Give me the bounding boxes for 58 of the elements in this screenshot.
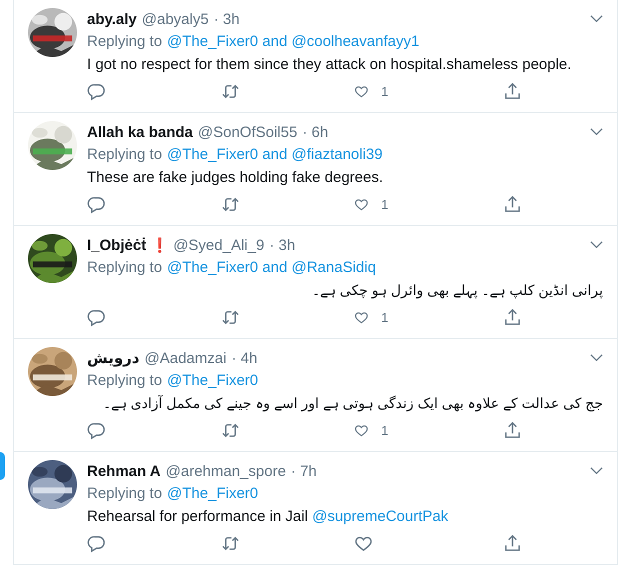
reply-icon[interactable] (87, 195, 106, 214)
retweet-icon[interactable] (220, 308, 240, 327)
user-name[interactable]: I_Objėċṫ (87, 236, 146, 254)
mention-link[interactable]: @The_Fixer0 (167, 372, 258, 388)
user-name[interactable]: درویش (87, 349, 140, 367)
reply-icon[interactable] (87, 82, 106, 101)
mention-link[interactable]: @supremeCourtPak (312, 508, 448, 524)
tweet-text: Rehearsal for performance in Jail @supremeCourtPak (87, 508, 448, 524)
retweet-icon[interactable] (220, 82, 240, 101)
chevron-down-icon[interactable] (590, 15, 603, 23)
chevron-down-icon[interactable] (590, 354, 603, 362)
mention-link[interactable]: @The_Fixer0 and @fiaztanoli39 (167, 146, 383, 162)
like-count: 1 (381, 84, 388, 99)
share-icon[interactable] (502, 534, 522, 553)
replying-label: Replying to (87, 258, 162, 276)
tweet-time[interactable]: · 3h (269, 236, 296, 254)
heart-icon[interactable] (354, 534, 374, 553)
user-handle[interactable]: @abyaly5 (142, 10, 209, 28)
like-count: 1 (381, 423, 388, 438)
reply-icon[interactable] (87, 421, 106, 440)
mention-link[interactable]: @The_Fixer0 (167, 484, 258, 502)
tweet-text: These are fake judges holding fake degrees. (87, 168, 384, 186)
reply-icon[interactable] (87, 308, 106, 327)
user-name[interactable]: Rehman A (87, 462, 161, 480)
tweet-text: I got no respect for them since they attack on hospital.shameless people. (87, 56, 572, 72)
share-icon[interactable] (502, 308, 522, 327)
user-handle[interactable]: @Aadamzai (144, 350, 226, 366)
tweet-text: پرانی انڈین کلپ ہے۔ پہلے بھی وائرل ہو چکی ہے۔ (312, 282, 603, 298)
user-handle[interactable]: @Syed_Ali_9 (173, 236, 264, 254)
share-icon[interactable] (502, 82, 522, 101)
replying-label: Replying to (87, 484, 162, 502)
chevron-down-icon[interactable] (590, 241, 603, 249)
tweet-time[interactable]: · 7h (290, 462, 317, 480)
tweet-text: جج کی عدالت کے علاوہ بھی ایک زندگی ہوتی ہے اور اسے وہ جینے کی مکمل آزادی ہے۔ (102, 394, 603, 412)
retweet-icon[interactable] (220, 195, 240, 214)
replying-label: Replying to (87, 146, 162, 162)
chevron-down-icon[interactable] (590, 128, 603, 136)
like-count: 1 (381, 310, 388, 325)
share-icon[interactable] (502, 421, 522, 440)
user-handle[interactable]: @SonOfSoil55 (198, 124, 298, 140)
replying-label: Replying to (87, 32, 162, 50)
user-name[interactable]: aby.aly (87, 10, 137, 28)
replying-label: Replying to (87, 372, 162, 388)
chevron-down-icon[interactable] (590, 467, 603, 475)
share-icon[interactable] (502, 195, 522, 214)
exclamation-icon: ❗ (151, 237, 168, 253)
like-count: 1 (381, 197, 388, 212)
retweet-icon[interactable] (220, 421, 240, 440)
retweet-icon[interactable] (220, 534, 240, 553)
user-name[interactable]: Allah ka banda (87, 124, 193, 140)
tweet-time[interactable]: · 3h (214, 10, 240, 28)
tweet-time[interactable]: · 4h (231, 350, 258, 366)
tweet-time[interactable]: · 6h (302, 124, 328, 140)
user-handle[interactable]: @arehman_spore (166, 462, 286, 480)
mention-link[interactable]: @The_Fixer0 and @RanaSidiq (167, 258, 376, 276)
reply-icon[interactable] (87, 534, 106, 553)
floating-button[interactable] (0, 452, 5, 480)
mention-link[interactable]: @The_Fixer0 and @coolheavanfayy1 (167, 32, 420, 50)
